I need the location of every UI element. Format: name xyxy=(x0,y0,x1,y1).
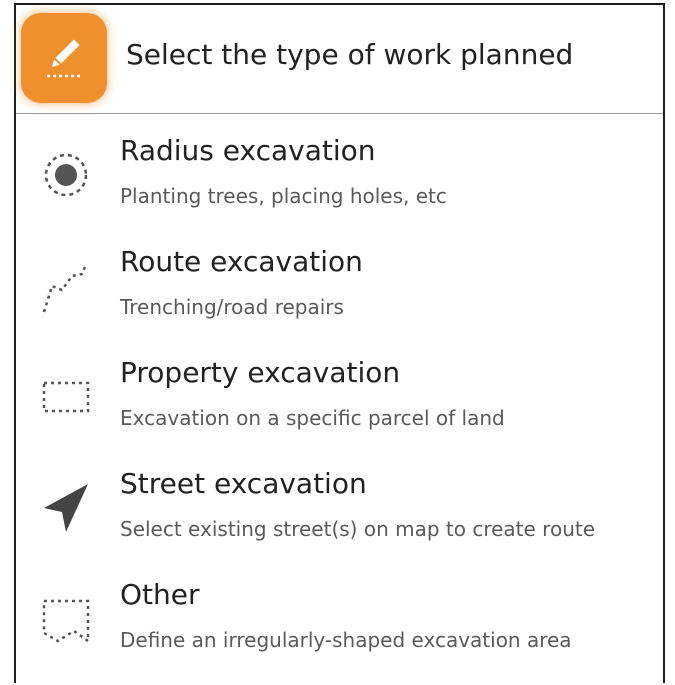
pencil-edit-icon xyxy=(21,13,107,103)
panel-title: Select the type of work planned xyxy=(126,38,574,71)
option-description: Select existing street(s) on map to crea… xyxy=(120,517,596,541)
option-description: Trenching/road repairs xyxy=(120,295,344,319)
panel-header: Select the type of work planned xyxy=(16,5,663,114)
option-title: Route excavation xyxy=(120,245,363,278)
route-icon xyxy=(36,256,96,316)
option-property-excavation[interactable]: Property excavation Excavation on a spec… xyxy=(16,355,663,463)
option-route-excavation[interactable]: Route excavation Trenching/road repairs xyxy=(16,244,663,352)
option-other[interactable]: Other Define an irregularly-shaped excav… xyxy=(16,577,663,685)
option-description: Define an irregularly-shaped excavation … xyxy=(120,628,572,652)
work-type-panel: Select the type of work planned Radius e… xyxy=(14,3,665,683)
option-title: Radius excavation xyxy=(120,134,376,167)
option-description: Planting trees, placing holes, etc xyxy=(120,184,447,208)
option-title: Other xyxy=(120,578,200,611)
option-description: Excavation on a specific parcel of land xyxy=(120,406,505,430)
option-radius-excavation[interactable]: Radius excavation Planting trees, placin… xyxy=(16,133,663,241)
irregular-area-icon xyxy=(36,589,96,649)
property-icon xyxy=(36,367,96,427)
option-title: Property excavation xyxy=(120,356,401,389)
option-title: Street excavation xyxy=(120,467,367,500)
street-arrow-icon xyxy=(36,478,96,538)
option-street-excavation[interactable]: Street excavation Select existing street… xyxy=(16,466,663,574)
radius-icon xyxy=(36,145,96,205)
